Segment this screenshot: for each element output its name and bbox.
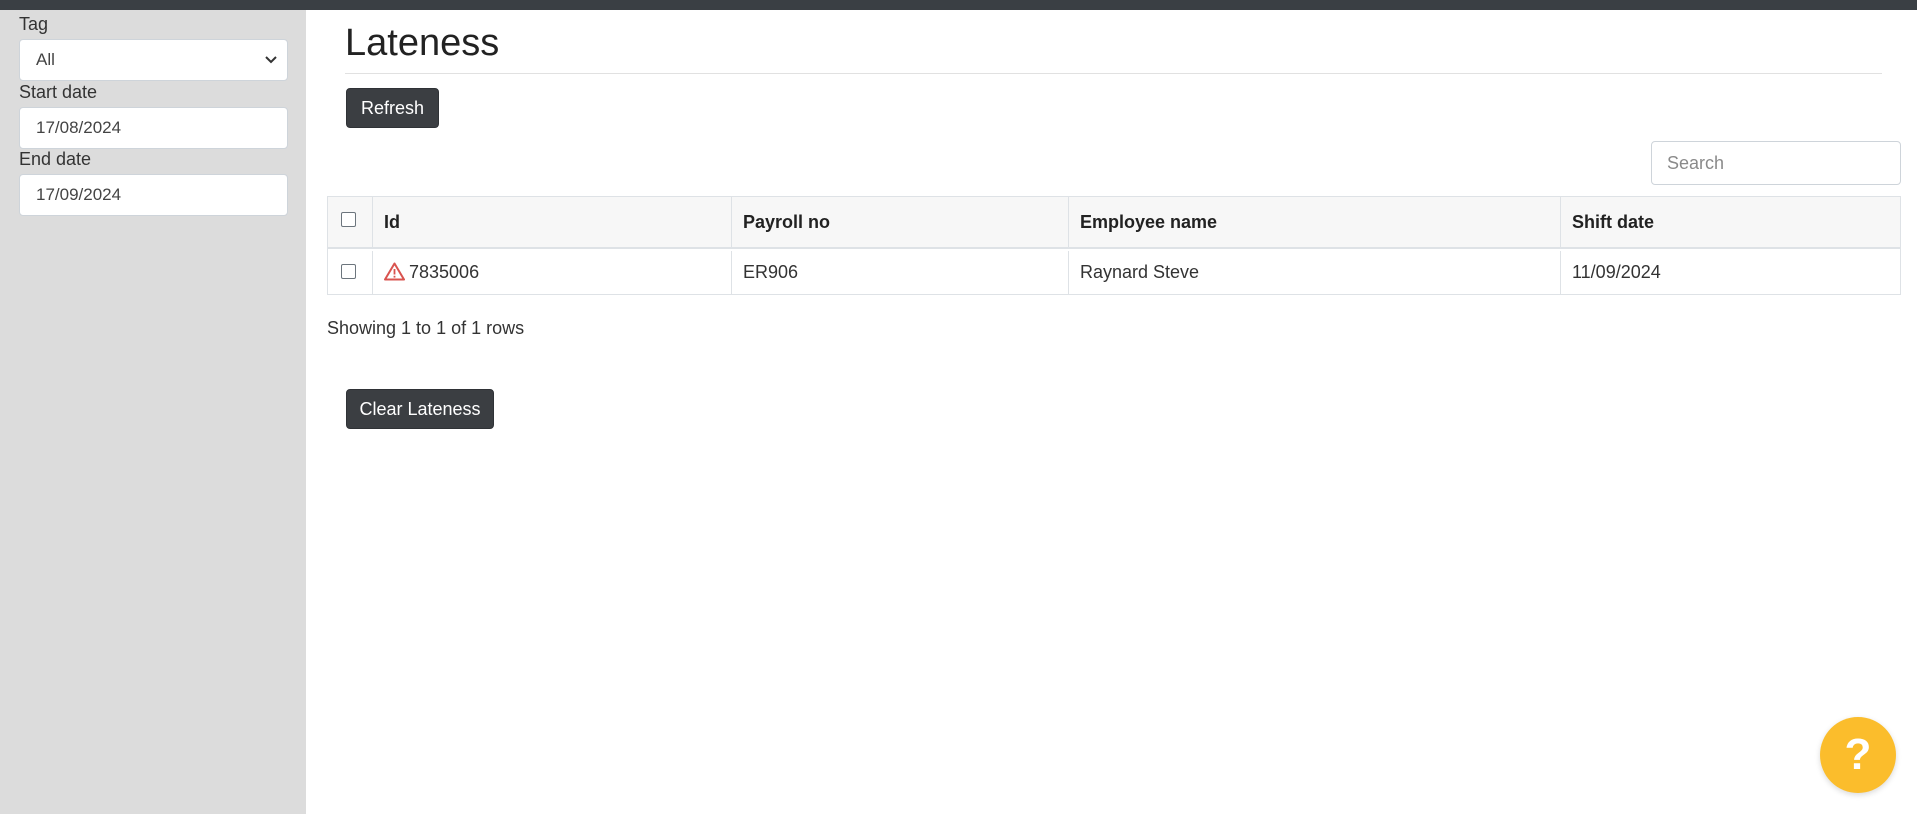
help-button[interactable]: ?: [1820, 717, 1896, 793]
row-payroll-no: ER906: [732, 251, 1069, 294]
tag-select[interactable]: All: [19, 39, 288, 81]
start-date-label: Start date: [19, 82, 98, 102]
clear-lateness-button[interactable]: Clear Lateness: [346, 389, 494, 429]
title-divider: [345, 73, 1882, 74]
row-shift-date: 11/09/2024: [1572, 262, 1661, 282]
select-all-checkbox[interactable]: [341, 212, 356, 227]
warning-triangle-icon: [384, 254, 405, 297]
end-date-field[interactable]: 17/09/2024: [19, 174, 288, 216]
start-date-field[interactable]: 17/08/2024: [19, 107, 288, 149]
header-select-cell: [328, 197, 373, 247]
sidebar: Tag All Start date 17/08/2024 End date 1…: [0, 10, 306, 814]
tag-label: Tag: [19, 14, 49, 34]
table-row[interactable]: 7835006 ER906 Raynard Steve 11/09/2024: [328, 251, 1900, 294]
row-id-cell: 7835006: [373, 251, 732, 294]
tag-select-value: All: [36, 50, 55, 69]
header-payroll-no[interactable]: Payroll no: [732, 197, 1069, 247]
header-employee-name[interactable]: Employee name: [1069, 197, 1561, 247]
header-shift-date[interactable]: Shift date: [1561, 197, 1900, 247]
end-date-label: End date: [19, 149, 92, 169]
row-employee-name: Raynard Steve: [1069, 251, 1561, 294]
top-bar: [0, 0, 1917, 10]
refresh-button[interactable]: Refresh: [346, 88, 439, 128]
row-id: 7835006: [409, 262, 480, 282]
pagination-info: Showing 1 to 1 of 1 rows: [327, 318, 525, 338]
chevron-down-icon: [261, 40, 281, 80]
page-title: Lateness: [345, 22, 500, 64]
search-input[interactable]: [1651, 141, 1901, 185]
header-id[interactable]: Id: [373, 197, 732, 247]
lateness-table: Id Payroll no Employee name Shift date 7…: [327, 196, 1901, 295]
row-select-cell: [328, 251, 373, 294]
table-header: Id Payroll no Employee name Shift date: [328, 197, 1900, 249]
row-checkbox[interactable]: [341, 264, 356, 279]
